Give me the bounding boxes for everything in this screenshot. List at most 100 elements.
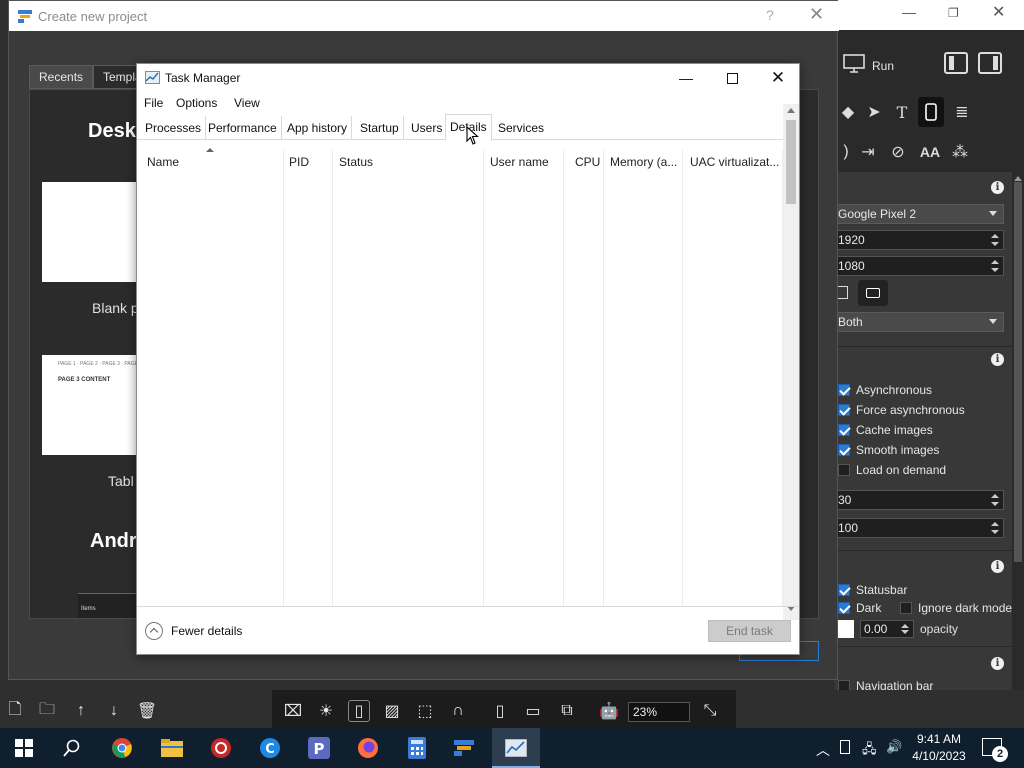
menu-view[interactable]: View [234,96,260,110]
arrow-down-icon[interactable]: ↓ [103,700,125,722]
pointer-icon[interactable]: ➤ [862,100,886,124]
column-header-status[interactable]: Status [329,150,479,174]
split-left-icon[interactable] [944,52,968,74]
close-icon[interactable]: ✕ [809,4,824,25]
column-header-user[interactable]: User name [480,150,560,174]
android-icon[interactable]: 🤖 [598,700,620,722]
minimize-button[interactable]: — [663,64,709,92]
info-icon[interactable]: i [991,560,1004,573]
tab-startup[interactable]: Startup [356,116,404,140]
zoom-field[interactable]: 23% [628,702,690,722]
android-template-card[interactable]: Items [78,593,136,618]
screenshot-icon[interactable]: ⌧ [282,700,304,722]
minimize-icon[interactable]: — [902,4,916,20]
system-clock[interactable]: 9:41 AM 4/10/2023 [906,731,972,765]
column-header-pid[interactable]: PID [279,150,329,174]
task-manager-taskbar-button[interactable] [492,728,540,768]
p-app-icon[interactable]: P [307,736,331,760]
ccleaner-icon[interactable]: C [258,736,282,760]
scrollbar-thumb[interactable] [786,120,796,204]
ide-app-icon[interactable] [453,736,477,760]
maximize-button[interactable] [709,64,755,92]
phone-frame-icon[interactable]: ▯ [348,700,370,722]
export-icon[interactable]: ⇥ [856,140,880,164]
paint-bucket-icon[interactable]: ◆ [836,100,860,124]
end-task-button[interactable]: End task [708,620,791,642]
new-folder-icon[interactable]: 🗀 [36,700,58,722]
chrome-icon[interactable] [110,736,134,760]
column-header-uac[interactable]: UAC virtualizat... [680,150,780,174]
info-icon[interactable]: i [991,181,1004,194]
info-icon[interactable]: i [991,353,1004,366]
brightness-icon[interactable]: ☀ [315,700,337,722]
new-file-icon[interactable]: 🗋 [4,700,26,722]
column-header-memory[interactable]: Memory (a... [600,150,680,174]
scroll-up-icon[interactable] [1014,176,1022,181]
dark-checkbox[interactable]: Dark [838,600,881,616]
tabbed-template-card[interactable]: PAGE 1 · PAGE 2 · PAGE 3 · PAGE 4 PAGE 3… [42,355,142,455]
width-field[interactable]: 1920 [834,230,1004,250]
smooth-images-checkbox[interactable]: Smooth images [838,442,939,458]
fewer-details-button[interactable]: Fewer details [145,621,242,641]
tree-icon[interactable]: ⁂ [948,140,972,164]
font-size-icon[interactable]: AA [918,140,942,164]
monitor-icon[interactable] [842,52,866,76]
info-icon[interactable]: i [991,657,1004,670]
value-b-field[interactable]: 100 [834,518,1004,538]
landscape-frame-icon[interactable]: ▭ [522,700,544,722]
scroll-up-icon[interactable] [787,108,795,113]
portrait-frame-icon[interactable]: ▯ [489,700,511,722]
properties-scrollbar[interactable] [1012,172,1024,700]
windows-start-icon[interactable] [12,736,36,760]
statusbar-checkbox[interactable]: Statusbar [838,582,907,598]
volume-icon[interactable]: 🔊 [886,739,902,755]
column-header-name[interactable]: Name [137,150,283,174]
tm-scrollbar[interactable] [783,104,799,620]
calculator-icon[interactable] [405,736,429,760]
opacity-field[interactable]: 0.00 [860,620,914,638]
tab-performance[interactable]: Performance [204,116,282,140]
selection-icon[interactable]: ⬚ [414,700,436,722]
text-tool-icon[interactable]: T [890,100,914,124]
close-icon[interactable]: ✕ [992,2,1005,22]
tab-app-history[interactable]: App history [283,116,353,140]
file-explorer-icon[interactable] [160,736,184,760]
fit-screen-icon[interactable]: ⤡ [699,700,721,722]
menu-file[interactable]: File [144,96,163,110]
tab-services[interactable]: Services [494,116,548,140]
async-checkbox[interactable]: Asynchronous [838,382,932,398]
value-a-field[interactable]: 30 [834,490,1004,510]
record-app-icon[interactable] [209,736,233,760]
chevron-up-icon[interactable]: ︿ [816,740,830,760]
tab-recents[interactable]: Recents [29,65,94,89]
split-right-icon[interactable] [978,52,1002,74]
load-on-demand-checkbox[interactable]: Load on demand [838,462,946,478]
help-button[interactable]: ? [766,7,774,23]
run-label[interactable]: Run [872,59,894,73]
tab-users[interactable]: Users [407,116,448,140]
database-icon[interactable]: ≣ [950,100,974,124]
tab-processes[interactable]: Processes [141,116,207,140]
force-async-checkbox[interactable]: Force asynchronous [838,402,965,418]
blank-template-card[interactable] [42,182,142,282]
rotate-device-icon[interactable]: ⧉ [556,700,578,722]
cache-images-checkbox[interactable]: Cache images [838,422,933,438]
phone-tool-icon[interactable] [918,97,944,127]
menu-options[interactable]: Options [176,96,217,110]
compass-icon[interactable]: ⊘ [886,140,910,164]
landscape-button[interactable] [858,280,888,306]
height-field[interactable]: 1080 [834,256,1004,276]
close-button[interactable]: ✕ [755,64,801,92]
device-select[interactable]: Google Pixel 2 [834,204,1004,224]
hatch-icon[interactable]: ▨ [381,700,403,722]
color-swatch[interactable] [838,620,854,638]
magnet-icon[interactable]: ∩ [447,700,469,722]
ignore-dark-checkbox[interactable]: Ignore dark mode [900,600,1012,616]
scrollbar-thumb[interactable] [1014,182,1022,562]
trash-icon[interactable]: 🗑 [136,700,158,722]
restore-icon[interactable]: ❐ [948,6,959,20]
column-header-cpu[interactable]: CPU [565,150,605,174]
orientation-select[interactable]: Both [834,312,1004,332]
tablet-icon[interactable] [840,740,850,754]
search-icon[interactable] [60,736,84,760]
